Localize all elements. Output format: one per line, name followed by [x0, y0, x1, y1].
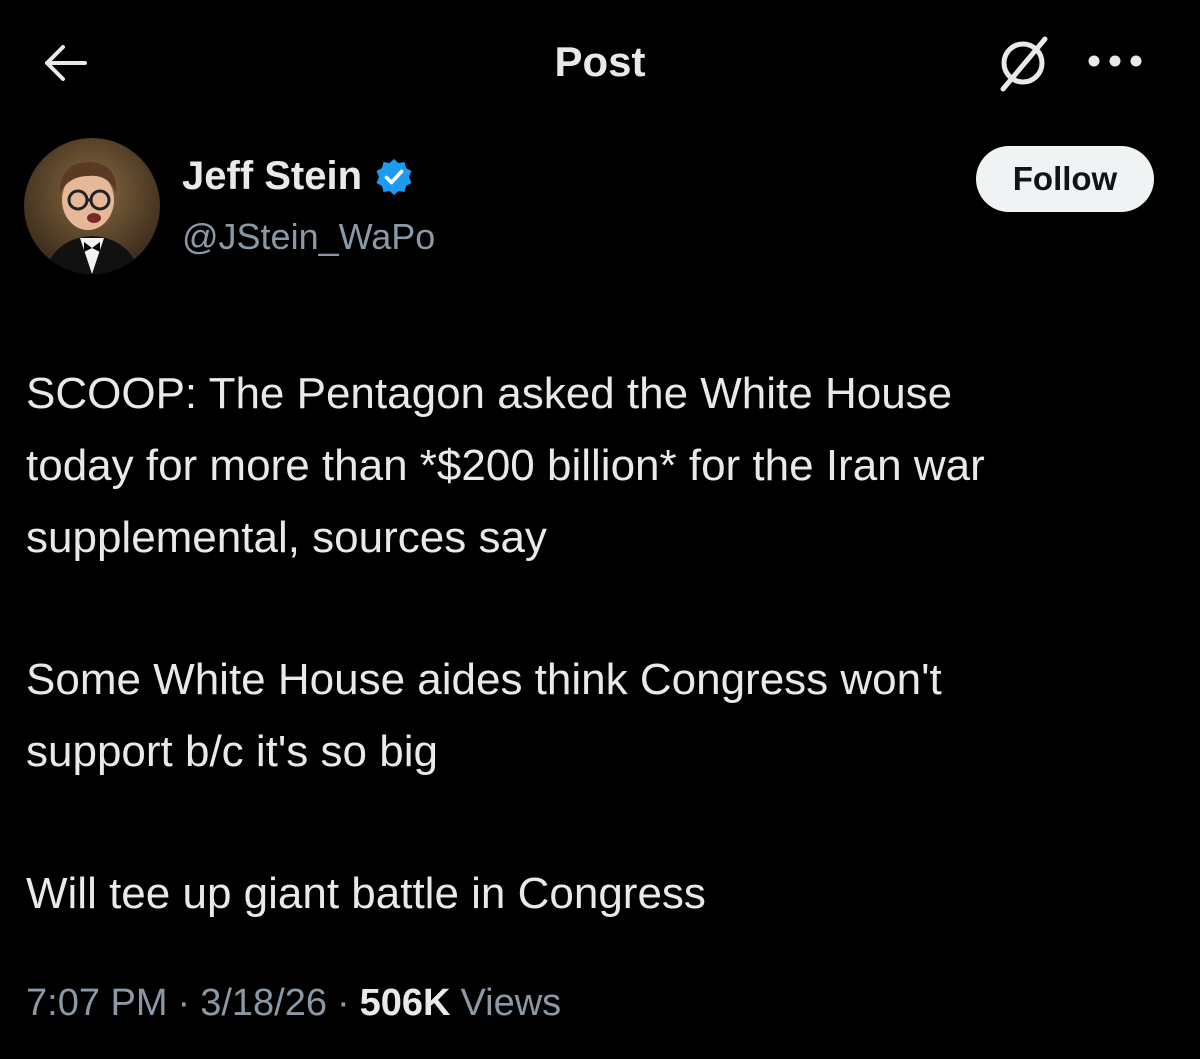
grok-button[interactable]	[990, 30, 1056, 96]
follow-button[interactable]: Follow	[976, 146, 1154, 212]
views-label[interactable]: Views	[460, 982, 561, 1025]
avatar[interactable]	[24, 138, 160, 274]
post-paragraph: Will tee up giant battle in Congress	[26, 869, 706, 918]
arrow-left-icon	[45, 45, 87, 81]
grok-icon	[1000, 36, 1048, 92]
post-author: Jeff Stein @JStein_WaPo Follow	[24, 138, 1176, 278]
views-count[interactable]: 506K	[360, 982, 451, 1025]
more-options-button[interactable]	[1080, 36, 1150, 86]
post-time[interactable]: 7:07 PM	[26, 982, 168, 1025]
name-row: Jeff Stein	[182, 154, 414, 199]
avatar-photo	[24, 138, 160, 274]
author-display-name[interactable]: Jeff Stein	[182, 154, 362, 199]
back-button[interactable]	[36, 38, 92, 88]
meta-separator: ·	[177, 982, 191, 1024]
top-bar: Post	[0, 0, 1200, 120]
author-handle[interactable]: @JStein_WaPo	[182, 216, 435, 258]
meta-separator: ·	[336, 982, 350, 1024]
more-horizontal-icon	[1088, 55, 1142, 67]
post-date[interactable]: 3/18/26	[200, 982, 327, 1025]
post-meta: 7:07 PM · 3/18/26 · 506K Views	[26, 982, 561, 1025]
verified-badge-icon[interactable]	[374, 157, 414, 197]
post-paragraph: SCOOP: The Pentagon asked the White Hous…	[26, 369, 985, 562]
post-text: SCOOP: The Pentagon asked the White Hous…	[26, 358, 1176, 1000]
post-paragraph: Some White House aides think Congress wo…	[26, 655, 942, 776]
